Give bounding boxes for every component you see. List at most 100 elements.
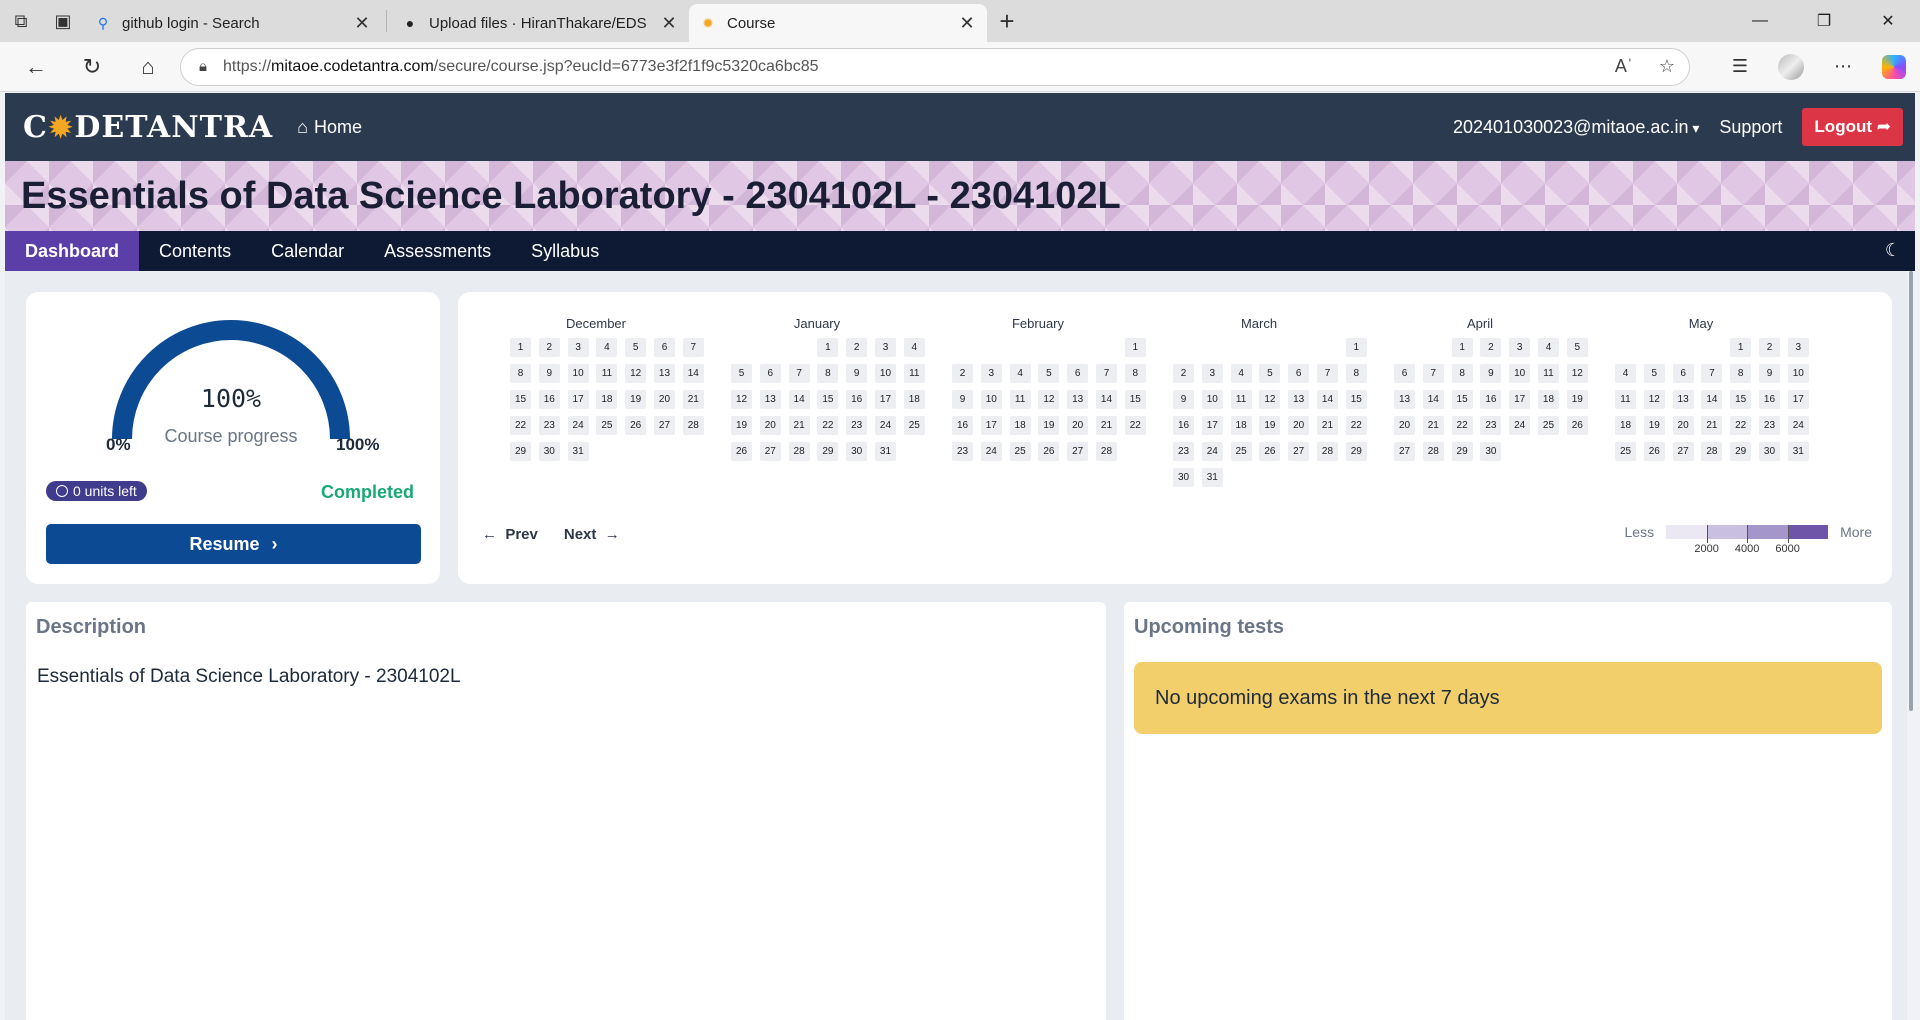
course-nav: Dashboard Contents Calendar Assessments … <box>5 231 1915 271</box>
calendar-day: 9 <box>1758 364 1780 383</box>
home-label: Home <box>314 116 363 137</box>
restore-icon[interactable]: ❐ <box>1792 0 1856 42</box>
tab-dashboard[interactable]: Dashboard <box>5 231 140 271</box>
calendar-day: 16 <box>846 390 868 409</box>
logo-text-start: C <box>23 109 48 145</box>
home-link[interactable]: ⌂ Home <box>297 117 362 138</box>
calendar-day: 1 <box>1345 338 1367 357</box>
more-icon[interactable]: ⋯ <box>1834 56 1852 77</box>
calendar-day: 25 <box>1537 416 1559 435</box>
calendar-day: 20 <box>759 416 781 435</box>
calendar-day: 21 <box>1095 416 1117 435</box>
calendar-day: 28 <box>1701 442 1723 461</box>
calendar-blank <box>1038 338 1059 357</box>
calendar-day: 1 <box>1451 338 1473 357</box>
calendar-day: 27 <box>759 442 781 461</box>
favorites-icon[interactable]: ☰ <box>1732 56 1748 77</box>
close-icon[interactable]: ✕ <box>659 13 679 34</box>
calendar-day: 9 <box>538 364 560 383</box>
dark-mode-toggle-icon[interactable]: ☾ <box>1885 240 1901 261</box>
workspaces-icon[interactable]: ⧉ <box>0 0 42 42</box>
calendar-day: 2 <box>846 338 868 357</box>
calendar-day: 19 <box>1259 416 1281 435</box>
calendar-day: 21 <box>682 390 704 409</box>
calendar-day: 21 <box>1422 416 1444 435</box>
new-tab-button[interactable]: + <box>987 0 1027 42</box>
calendar-day: 9 <box>952 390 973 409</box>
calendar-blank <box>1673 338 1694 357</box>
legend-swatch <box>1787 525 1829 539</box>
calendar-day: 12 <box>1566 364 1588 383</box>
calendar-day: 1 <box>1730 338 1752 357</box>
calendar-day: 22 <box>1730 416 1752 435</box>
gauge-min-label: 0% <box>106 435 131 454</box>
logout-label: Logout <box>1814 117 1873 136</box>
browser-tab-github[interactable]: ● Upload files · HiranThakare/EDS ✕ <box>391 4 689 42</box>
favorite-star-icon[interactable]: ☆ <box>1659 56 1675 77</box>
calendar-month: December 1 2 3 4 5 6 7 8 9 10 11 12 13 14 15 16 17 18 19 20 2… <box>498 316 704 461</box>
tab-syllabus[interactable]: Syllabus <box>511 231 619 271</box>
calendar-day: 29 <box>1345 442 1367 461</box>
prev-button[interactable]: ← Prev <box>482 526 538 543</box>
calendar-day: 24 <box>874 416 896 435</box>
tab-calendar[interactable]: Calendar <box>251 231 364 271</box>
home-icon[interactable]: ⌂ <box>120 47 176 87</box>
close-icon[interactable]: ✕ <box>352 13 372 34</box>
calendar-day: 24 <box>1509 416 1531 435</box>
calendar-blank <box>760 338 781 357</box>
calendar-blank <box>1615 338 1636 357</box>
close-icon[interactable]: ✕ <box>957 13 977 34</box>
copilot-icon[interactable] <box>1882 54 1906 79</box>
calendar-day: 23 <box>846 416 868 435</box>
logout-button[interactable]: Logout ➦ <box>1802 108 1903 146</box>
calendar-day: 14 <box>682 364 704 383</box>
gauge-max-label: 100% <box>336 435 380 454</box>
tab-title: github login - Search <box>122 14 260 32</box>
url-input[interactable]: 🔒︎ https://mitaoe.codetantra.com/secure/… <box>180 47 1690 86</box>
tab-contents[interactable]: Contents <box>139 231 251 271</box>
browser-tab-search[interactable]: ⚲ github login - Search ✕ <box>84 4 382 42</box>
description-card: Description Essentials of Data Science L… <box>26 602 1106 1020</box>
calendar-day: 11 <box>1009 390 1031 409</box>
codetantra-logo[interactable]: C ✹ DETANTRA <box>23 110 273 145</box>
calendar-day: 20 <box>653 390 675 409</box>
tab-assessments[interactable]: Assessments <box>364 231 511 271</box>
calendar-day: 23 <box>952 442 973 461</box>
calendar-day: 15 <box>1730 390 1752 409</box>
calendar-day: 5 <box>1038 364 1060 383</box>
activity-calendar-card: December 1 2 3 4 5 6 7 8 9 10 11 12 13 14 15 16 17 18 19 20 2… <box>458 292 1892 584</box>
refresh-icon[interactable]: ↻ <box>64 47 120 87</box>
calendar-day: 19 <box>1643 416 1665 435</box>
address-bar-row: ← ↻ ⌂ 🔒︎ https://mitaoe.codetantra.com/s… <box>0 42 1920 92</box>
lock-icon: 🔒︎ <box>199 58 207 75</box>
minimize-icon[interactable]: — <box>1728 0 1792 42</box>
legend-tick-line <box>1787 525 1789 543</box>
next-button[interactable]: Next → <box>564 526 620 543</box>
calendar-blank <box>1288 338 1309 357</box>
support-link[interactable]: Support <box>1719 117 1782 138</box>
calendar-day: 30 <box>1758 442 1780 461</box>
resume-button[interactable]: Resume › <box>46 524 421 564</box>
profile-avatar[interactable] <box>1778 53 1804 80</box>
browser-tab-course[interactable]: ✹ Course ✕ <box>689 4 987 42</box>
calendar-day: 30 <box>538 442 560 461</box>
back-icon[interactable]: ← <box>8 47 64 87</box>
user-menu-dropdown[interactable]: 202401030023@mitaoe.ac.in <box>1453 117 1699 138</box>
calendar-day: 31 <box>1787 442 1809 461</box>
calendar-blank <box>1394 338 1415 357</box>
calendar-day: 17 <box>874 390 896 409</box>
vertical-tabs-icon[interactable]: ▣ <box>42 0 84 42</box>
calendar-blank <box>1096 338 1117 357</box>
calendar-day: 27 <box>1672 442 1694 461</box>
calendar-day: 13 <box>653 364 675 383</box>
prev-label: Prev <box>505 526 538 543</box>
calendar-day: 3 <box>1509 338 1531 357</box>
read-aloud-icon[interactable]: Aˈ <box>1615 56 1633 77</box>
scrollbar[interactable] <box>1907 271 1915 721</box>
calendar-blank <box>1423 338 1444 357</box>
calendar-day: 11 <box>1615 390 1636 409</box>
calendar-day: 1 <box>817 338 839 357</box>
close-window-icon[interactable]: ✕ <box>1856 0 1920 42</box>
calendar-day: 8 <box>1451 364 1473 383</box>
calendar-day: 10 <box>874 364 896 383</box>
